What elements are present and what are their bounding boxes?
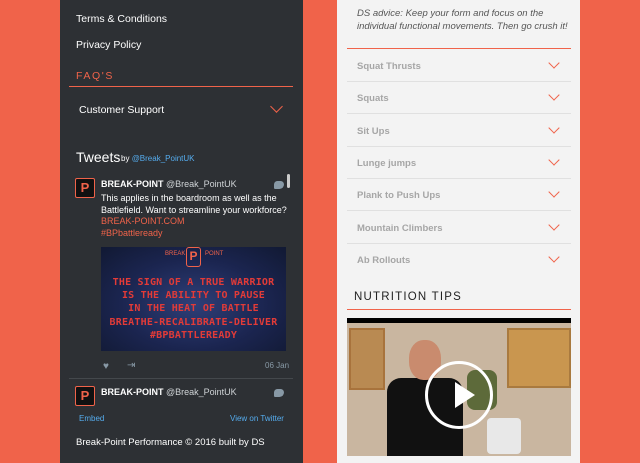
- workout-panel: DS advice: Keep your form and focus on t…: [337, 0, 580, 463]
- tweets-by-line: by @Break_PointUK: [121, 154, 195, 163]
- image-logo-mark: P: [186, 247, 201, 267]
- exercise-label[interactable]: Ab Rollouts: [357, 255, 410, 266]
- tweet-author[interactable]: BREAK-POINT @Break_PointUK: [101, 387, 237, 397]
- tweets-title: Tweets: [76, 149, 121, 165]
- footer-dark-panel: Terms & Conditions Privacy Policy FAQ'S …: [60, 0, 303, 463]
- avatar[interactable]: P: [75, 178, 95, 198]
- ds-advice-text: DS advice: Keep your form and focus on t…: [357, 8, 568, 32]
- video-thumbnail-cabinet: [507, 328, 571, 388]
- tweet-text: This applies in the boardroom as well as…: [101, 193, 287, 239]
- tweet-link[interactable]: BREAK-POINT.COM: [101, 216, 185, 226]
- faq-item-customer-support[interactable]: Customer Support: [79, 104, 164, 116]
- tweet-divider: [69, 378, 293, 379]
- exercise-label[interactable]: Plank to Push Ups: [357, 190, 440, 201]
- tweets-by-label: by: [121, 154, 130, 163]
- tweet-date[interactable]: 06 Jan: [265, 361, 289, 370]
- exercise-divider: [347, 210, 571, 211]
- chevron-down-icon[interactable]: [548, 122, 560, 134]
- exercise-label[interactable]: Mountain Climbers: [357, 223, 443, 234]
- chevron-down-icon[interactable]: [548, 219, 560, 231]
- chevron-down-icon[interactable]: [548, 89, 560, 101]
- chevron-down-icon[interactable]: [270, 100, 283, 113]
- exercise-accordion-item[interactable]: Squat Thrusts: [347, 50, 571, 82]
- tweet-author-handle[interactable]: @Break_PointUK: [166, 387, 237, 397]
- faq-divider: [69, 86, 293, 87]
- tweet-author-name[interactable]: BREAK-POINT: [101, 387, 164, 397]
- image-text-line: #BPBATTLEREADY: [149, 330, 238, 341]
- tweet-author[interactable]: BREAK-POINT @Break_PointUK: [101, 179, 237, 189]
- nutrition-divider: [347, 309, 571, 310]
- play-triangle[interactable]: [455, 382, 475, 408]
- embed-link[interactable]: Embed: [79, 414, 104, 423]
- exercise-label[interactable]: Sit Ups: [357, 126, 390, 137]
- exercise-label[interactable]: Squats: [357, 93, 389, 104]
- privacy-link[interactable]: Privacy Policy: [76, 39, 141, 51]
- tweets-handle-link[interactable]: @Break_PointUK: [132, 154, 195, 163]
- timeline-scrollbar[interactable]: [287, 174, 290, 188]
- chevron-down-icon[interactable]: [548, 251, 560, 263]
- image-text-line: BREATHE-RECALIBRATE-DELIVER: [109, 317, 278, 328]
- chevron-down-icon[interactable]: [548, 57, 560, 69]
- twitter-timeline[interactable]: P BREAK-POINT @Break_PointUK This applie…: [69, 170, 293, 407]
- nutrition-tips-heading: NUTRITION TIPS: [354, 291, 462, 303]
- exercise-accordion-item[interactable]: Ab Rollouts: [347, 244, 571, 276]
- play-icon[interactable]: [425, 361, 493, 429]
- advice-divider: [347, 48, 571, 49]
- image-logo-right: POINT: [205, 251, 224, 257]
- chevron-down-icon[interactable]: [548, 186, 560, 198]
- twitter-bird-icon[interactable]: [274, 181, 284, 189]
- chevron-down-icon[interactable]: [548, 154, 560, 166]
- tweet-author-handle[interactable]: @Break_PointUK: [166, 179, 237, 189]
- nutrition-video[interactable]: [347, 318, 571, 456]
- like-heart-icon[interactable]: ♥: [103, 361, 109, 372]
- tweet-author-name[interactable]: BREAK-POINT: [101, 179, 164, 189]
- tweet-hashtag[interactable]: #BPbattleready: [101, 228, 287, 240]
- twitter-bird-icon[interactable]: [274, 389, 284, 397]
- exercise-label[interactable]: Squat Thrusts: [357, 61, 421, 72]
- image-logo-left: BREAK: [165, 251, 186, 257]
- video-thumbnail-cabinet: [349, 328, 385, 390]
- view-on-twitter-link[interactable]: View on Twitter: [230, 414, 284, 423]
- exercise-accordion-item[interactable]: Squats: [347, 82, 571, 114]
- exercise-accordion-item[interactable]: Mountain Climbers: [347, 212, 571, 244]
- image-text-line: IN THE HEAT OF BATTLE: [128, 303, 259, 314]
- image-text-line: IS THE ABILITY TO PAUSE: [121, 290, 266, 301]
- exercise-accordion-item[interactable]: Lunge jumps: [347, 147, 571, 179]
- terms-link[interactable]: Terms & Conditions: [76, 13, 167, 25]
- image-text-line: THE SIGN OF A TRUE WARRIOR: [112, 277, 275, 288]
- faq-heading: FAQ'S: [76, 70, 115, 82]
- exercise-accordion-item[interactable]: Sit Ups: [347, 115, 571, 147]
- share-icon[interactable]: ⇥: [127, 360, 135, 371]
- tweet-body: This applies in the boardroom as well as…: [101, 193, 287, 215]
- video-thumbnail-jug: [487, 418, 521, 454]
- avatar[interactable]: P: [75, 386, 95, 406]
- exercise-label[interactable]: Lunge jumps: [357, 158, 416, 169]
- copyright-text: Break-Point Performance © 2016 built by …: [76, 437, 265, 448]
- tweet-image[interactable]: BREAK P POINT THE SIGN OF A TRUE WARRIOR…: [101, 247, 286, 351]
- exercise-divider: [347, 113, 571, 114]
- exercise-accordion-item[interactable]: Plank to Push Ups: [347, 179, 571, 211]
